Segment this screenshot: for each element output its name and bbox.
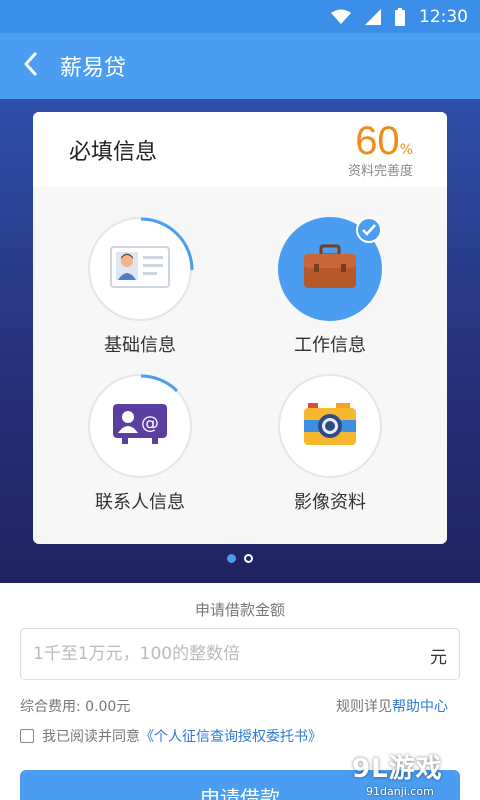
progress-ring xyxy=(140,374,179,393)
agree-prefix: 我已阅读并同意 xyxy=(42,729,140,745)
amount-unit: 元 xyxy=(430,648,447,668)
status-time: 12:30 xyxy=(419,6,468,27)
watermark-main: 9L游戏 xyxy=(352,754,443,784)
chevron-left-icon xyxy=(23,52,37,80)
watermark-sub: 91danji.com xyxy=(366,785,434,798)
app-header: 薪易贷 xyxy=(0,33,480,99)
pager-dots xyxy=(0,554,480,563)
pager-dot[interactable] xyxy=(244,554,253,563)
rules-text: 规则详见帮助中心 xyxy=(336,696,448,716)
tile-contact-info[interactable]: @ 联系人信息 xyxy=(50,374,230,534)
tile-label: 工作信息 xyxy=(294,335,366,356)
agreement-row: 我已阅读并同意 《个人征信查询授权委托书》 xyxy=(20,726,322,746)
tile-circle xyxy=(278,374,382,478)
tile-circle xyxy=(88,217,194,321)
completion-value: 60 xyxy=(355,119,400,163)
wifi-icon xyxy=(331,9,351,25)
tile-label: 联系人信息 xyxy=(95,492,185,513)
battery-icon xyxy=(395,7,405,26)
hero-panel: 必填信息 60% 资料完善度 基础信息 工作信息 @ 联系人信息 影像资料 xyxy=(0,99,480,583)
check-icon xyxy=(356,217,382,243)
amount-input[interactable] xyxy=(33,629,413,679)
completion-indicator: 60% 资料完善度 xyxy=(348,118,413,179)
card-title: 必填信息 xyxy=(69,140,158,165)
amount-label: 申请借款金额 xyxy=(194,601,285,619)
page-title: 薪易贷 xyxy=(60,56,127,81)
status-bar: 12:30 xyxy=(0,0,480,33)
tile-circle xyxy=(278,217,382,321)
agree-checkbox[interactable] xyxy=(20,729,34,743)
amount-field: 元 xyxy=(20,628,460,680)
fee-text: 综合费用: 0.00元 xyxy=(20,699,131,715)
tile-label: 影像资料 xyxy=(294,492,366,513)
camera-icon xyxy=(302,401,358,451)
help-center-link[interactable]: 帮助中心 xyxy=(392,699,448,715)
card-header: 必填信息 60% 资料完善度 xyxy=(33,112,447,187)
required-info-card: 必填信息 60% 资料完善度 基础信息 工作信息 @ 联系人信息 影像资料 xyxy=(33,112,447,544)
progress-ring xyxy=(140,217,194,271)
tile-image-info[interactable]: 影像资料 xyxy=(240,374,420,534)
info-grid: 基础信息 工作信息 @ 联系人信息 影像资料 xyxy=(33,187,447,544)
back-button[interactable] xyxy=(0,33,60,99)
pager-dot[interactable] xyxy=(227,554,236,563)
completion-unit: % xyxy=(399,142,413,158)
signal-icon xyxy=(365,8,381,25)
tile-label: 基础信息 xyxy=(104,335,176,356)
completion-label: 资料完善度 xyxy=(347,164,413,179)
tile-work-info[interactable]: 工作信息 xyxy=(240,217,420,377)
briefcase-icon xyxy=(302,244,358,294)
tile-circle: @ xyxy=(88,374,192,478)
watermark-logo: 9L游戏 91danji.com xyxy=(352,748,472,798)
rules-prefix: 规则详见 xyxy=(336,699,392,715)
tile-basic-info[interactable]: 基础信息 xyxy=(50,217,230,377)
agreement-link[interactable]: 《个人征信查询授权委托书》 xyxy=(140,726,322,746)
